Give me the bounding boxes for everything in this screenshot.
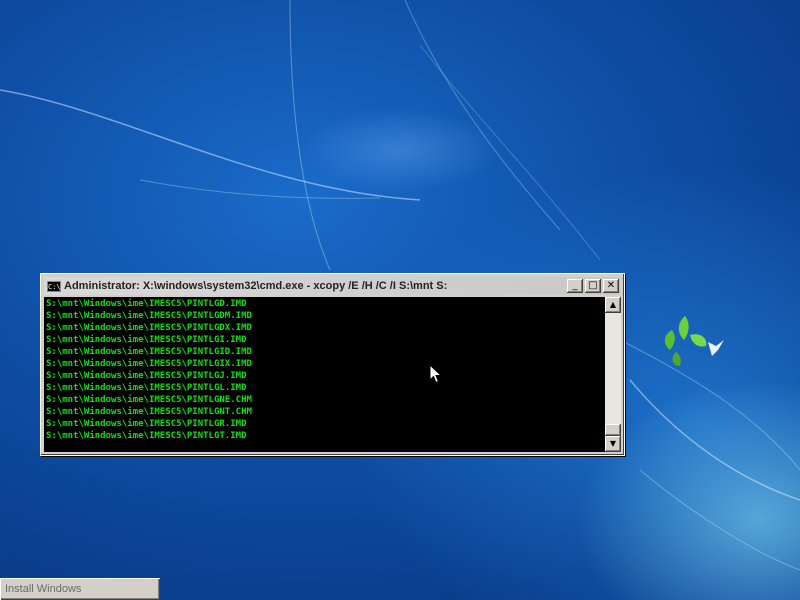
console-line: S:\mnt\Windows\ime\IMESC5\PINTLGDM.IMD bbox=[46, 311, 252, 321]
console-line: S:\mnt\Windows\ime\IMESC5\PINTLGJ.IMD bbox=[46, 371, 247, 381]
mouse-pointer-icon bbox=[429, 364, 443, 384]
console-line: S:\mnt\Windows\ime\IMESC5\PINTLGT.IMD bbox=[46, 431, 247, 441]
close-button[interactable]: ✕ bbox=[603, 279, 619, 293]
console-line: S:\mnt\Windows\ime\IMESC5\PINTLGD.IMD bbox=[46, 299, 247, 309]
desktop-background: C:\ Administrator: X:\windows\system32\c… bbox=[0, 0, 800, 600]
scroll-up-button[interactable]: ▲ bbox=[605, 297, 621, 313]
console-line: S:\mnt\Windows\ime\IMESC5\PINTLGNE.CHM bbox=[46, 395, 252, 405]
console-line: S:\mnt\Windows\ime\IMESC5\PINTLGI.IMD bbox=[46, 335, 247, 345]
window-title: Administrator: X:\windows\system32\cmd.e… bbox=[64, 280, 448, 292]
console-line: S:\mnt\Windows\ime\IMESC5\PINTLGR.IMD bbox=[46, 419, 247, 429]
console-area[interactable]: S:\mnt\Windows\ime\IMESC5\PINTLGD.IMD S:\… bbox=[44, 297, 621, 452]
scroll-down-button[interactable]: ▼ bbox=[605, 436, 621, 452]
console-line: S:\mnt\Windows\ime\IMESC5\PINTLGID.IMD bbox=[46, 347, 252, 357]
console-line: S:\mnt\Windows\ime\IMESC5\PINTLGDX.IMD bbox=[46, 323, 252, 333]
console-output[interactable]: S:\mnt\Windows\ime\IMESC5\PINTLGD.IMD S:\… bbox=[46, 298, 603, 450]
window-titlebar[interactable]: C:\ Administrator: X:\windows\system32\c… bbox=[44, 277, 621, 295]
leaf-flourish-icon bbox=[664, 316, 724, 366]
vertical-scrollbar[interactable]: ▲ ▼ bbox=[605, 297, 621, 452]
scroll-thumb[interactable] bbox=[605, 424, 621, 436]
cmd-window[interactable]: C:\ Administrator: X:\windows\system32\c… bbox=[40, 273, 625, 456]
cmd-icon[interactable]: C:\ bbox=[47, 280, 61, 292]
minimize-button[interactable]: _ bbox=[567, 279, 583, 293]
console-line: S:\mnt\Windows\ime\IMESC5\PINTLGIX.IMD bbox=[46, 359, 252, 369]
console-line: S:\mnt\Windows\ime\IMESC5\PINTLGNT.CHM bbox=[46, 407, 252, 417]
taskbar-install-windows[interactable]: Install Windows bbox=[0, 578, 160, 600]
maximize-button[interactable]: □ bbox=[585, 279, 601, 293]
console-line: S:\mnt\Windows\ime\IMESC5\PINTLGL.IMD bbox=[46, 383, 247, 393]
